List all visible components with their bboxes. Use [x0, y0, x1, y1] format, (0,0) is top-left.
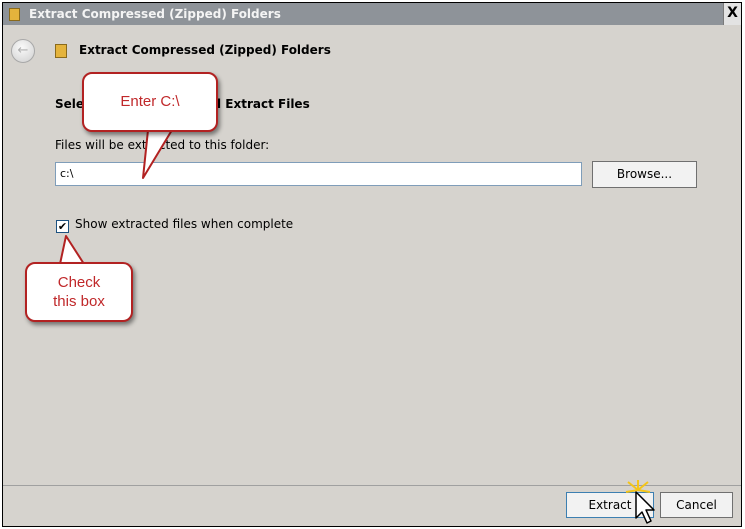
check-box-callout-text: Check this box: [53, 274, 105, 310]
show-files-checkbox[interactable]: ✔: [56, 220, 69, 233]
browse-button[interactable]: Browse...: [592, 161, 697, 188]
enter-path-callout: Enter C:\: [82, 72, 218, 132]
back-button[interactable]: ←: [11, 39, 35, 63]
folder-zip-icon: [9, 7, 20, 21]
pointer-arrow: [635, 491, 655, 524]
destination-label: Files will be extracted to this folder:: [55, 138, 270, 152]
window-title: Extract Compressed (Zipped) Folders: [29, 7, 281, 21]
close-button[interactable]: X: [723, 3, 741, 25]
show-files-checkbox-label[interactable]: Show extracted files when complete: [75, 217, 293, 231]
title-bar: Extract Compressed (Zipped) Folders X: [3, 3, 741, 25]
check-box-callout: Check this box: [25, 262, 133, 322]
mouse-pointer-icon: [625, 480, 655, 524]
enter-path-callout-text: Enter C:\: [120, 93, 180, 110]
cancel-button[interactable]: Cancel: [660, 492, 733, 518]
wizard-title: Extract Compressed (Zipped) Folders: [79, 43, 331, 57]
destination-path-input[interactable]: c:\: [55, 162, 582, 186]
folder-zip-icon: [55, 44, 67, 58]
click-highlight: [625, 480, 651, 493]
back-arrow-icon: ←: [17, 43, 29, 58]
